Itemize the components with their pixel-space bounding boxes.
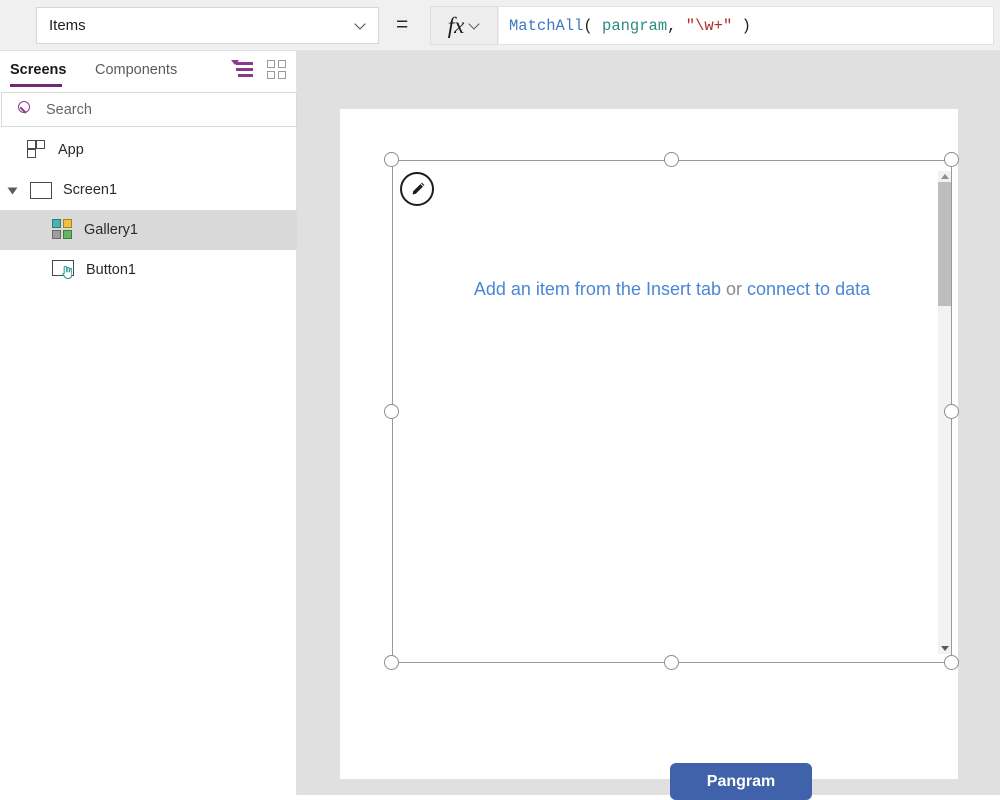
tab-components[interactable]: Components: [95, 51, 177, 89]
scrollbar-thumb[interactable]: [938, 182, 951, 306]
resize-handle-middle-left[interactable]: [384, 404, 399, 419]
gallery-icon: [52, 219, 74, 241]
property-selector-value: Items: [49, 17, 86, 34]
tree-item-label: Button1: [86, 262, 136, 278]
expander-icon[interactable]: [7, 187, 18, 195]
insert-tab-link[interactable]: Add an item from the Insert tab: [474, 279, 721, 299]
pencil-glyph: [412, 182, 424, 194]
search-placeholder: Search: [46, 101, 92, 118]
gallery-control[interactable]: Add an item from the Insert tab or conne…: [392, 160, 952, 663]
tree-item-label: Gallery1: [84, 222, 138, 238]
resize-handle-bottom-left[interactable]: [384, 655, 399, 670]
active-tab-indicator: [10, 84, 62, 87]
button-icon: [52, 260, 76, 280]
app-icon: [27, 140, 47, 160]
tree-item-gallery1[interactable]: Gallery1: [0, 210, 297, 250]
app-screen-canvas[interactable]: Add an item from the Insert tab or conne…: [340, 109, 959, 779]
resize-handle-top-right[interactable]: [944, 152, 959, 167]
property-selector-dropdown[interactable]: Items: [36, 7, 379, 44]
resize-handle-bottom-center[interactable]: [664, 655, 679, 670]
thumbnail-view-icon[interactable]: [267, 60, 287, 80]
chevron-down-icon: [469, 17, 480, 35]
pangram-button-label: Pangram: [706, 772, 776, 790]
formula-bar: Items = fx MatchAll( pangram, "\w+" ): [0, 0, 1000, 51]
formula-token-comma: ,: [667, 16, 686, 35]
tree-item-app[interactable]: App: [0, 130, 297, 170]
formula-token-close-paren: ): [732, 16, 751, 35]
pencil-icon[interactable]: [400, 172, 434, 206]
screens-tree-panel: Screens Components Search App Screen1 Ga…: [0, 51, 297, 795]
formula-token-identifier: pangram: [602, 16, 668, 35]
tree-item-label: App: [58, 142, 84, 158]
formula-token-open-paren: (: [583, 16, 603, 35]
formula-input[interactable]: MatchAll( pangram, "\w+" ): [499, 6, 994, 45]
empty-state-conjunction: or: [721, 279, 748, 299]
gallery-empty-state: Add an item from the Insert tab or conne…: [393, 279, 951, 300]
search-input[interactable]: Search: [1, 92, 297, 127]
resize-handle-top-left[interactable]: [384, 152, 399, 167]
arrow-up-icon[interactable]: [941, 174, 949, 179]
resize-handle-top-center[interactable]: [664, 152, 679, 167]
tab-screens-label: Screens: [10, 62, 67, 78]
formula-token-string: "\w+": [685, 16, 733, 35]
pangram-button[interactable]: Pangram: [670, 763, 812, 800]
tree-item-button1[interactable]: Button1: [0, 250, 297, 290]
tree-item-screen1[interactable]: Screen1: [0, 170, 297, 210]
search-icon: [16, 99, 38, 121]
fx-icon: fx: [447, 12, 465, 38]
equals-sign: =: [396, 13, 409, 36]
connect-to-data-link[interactable]: connect to data: [747, 279, 870, 299]
resize-handle-middle-right[interactable]: [944, 404, 959, 419]
tree-view-icon[interactable]: [231, 60, 253, 80]
canvas-area: Add an item from the Insert tab or conne…: [297, 51, 1000, 800]
control-tree: App Screen1 Gallery1 Button1: [0, 130, 297, 290]
tab-components-label: Components: [95, 62, 178, 78]
arrow-down-icon[interactable]: [941, 646, 949, 651]
formula-token-function: MatchAll: [509, 16, 584, 35]
chevron-down-icon: [355, 19, 378, 32]
hand-cursor-glyph: [62, 265, 72, 279]
resize-handle-bottom-right[interactable]: [944, 655, 959, 670]
screen-icon: [30, 181, 52, 199]
panel-tabs: Screens Components: [0, 51, 297, 89]
fx-button[interactable]: fx: [430, 6, 498, 45]
tree-item-label: Screen1: [63, 182, 118, 198]
